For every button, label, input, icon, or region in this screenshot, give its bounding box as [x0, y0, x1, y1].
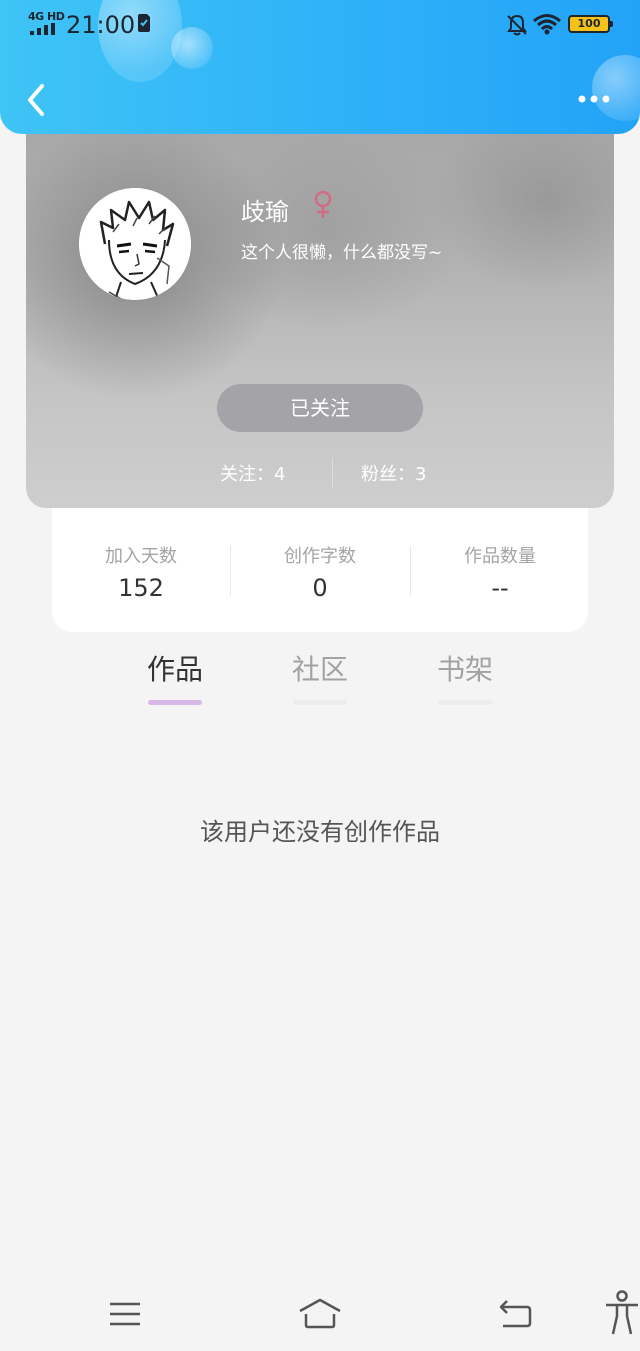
home-icon[interactable]	[297, 1297, 343, 1329]
tab-bookshelf[interactable]: 书架	[415, 648, 515, 705]
avatar-image	[79, 188, 191, 300]
tab-indicator	[293, 700, 347, 705]
network-type: 4G HD	[28, 10, 65, 23]
username: 歧瑜	[241, 198, 289, 226]
avatar[interactable]	[79, 188, 191, 300]
wifi-icon	[533, 14, 561, 35]
sim-card-icon	[138, 14, 150, 32]
empty-state-message: 该用户还没有创作作品	[200, 818, 440, 846]
tab-works[interactable]: 作品	[125, 648, 225, 705]
female-icon	[314, 190, 332, 218]
tab-label: 作品	[146, 653, 203, 686]
following-count[interactable]: 关注：4	[220, 460, 285, 486]
header-bar: 4G HD 21:00 100	[0, 0, 640, 134]
accessibility-icon[interactable]	[604, 1290, 640, 1336]
more-dots-icon[interactable]	[572, 84, 616, 114]
stat-label: 创作字数	[284, 546, 356, 567]
tab-label: 书架	[436, 653, 493, 686]
battery-indicator: 100	[568, 15, 613, 33]
profile-card: 歧瑜 这个人很懒，什么都没写~ 已关注 关注：4 粉丝：3	[26, 110, 614, 508]
back-icon[interactable]	[497, 1298, 533, 1328]
follow-stats: 关注：4 粉丝：3	[26, 458, 614, 488]
follow-status-button[interactable]: 已关注	[217, 384, 423, 432]
tab-indicator	[148, 700, 202, 705]
stat-label: 加入天数	[105, 546, 177, 567]
content-tabs: 作品 社区 书架	[0, 648, 640, 708]
stats-card: 加入天数 152 创作字数 0 作品数量 --	[52, 508, 588, 632]
clock: 21:00	[66, 11, 136, 39]
back-button[interactable]	[22, 82, 50, 118]
stat-works-count: 作品数量 --	[411, 542, 589, 602]
bell-off-icon	[507, 14, 527, 36]
tab-community[interactable]: 社区	[270, 648, 370, 705]
stat-label: 作品数量	[464, 546, 536, 567]
fans-count[interactable]: 粉丝：3	[361, 460, 426, 486]
status-bar: 4G HD 21:00 100	[0, 0, 640, 52]
stats-divider	[332, 458, 333, 488]
user-bio: 这个人很懒，什么都没写~	[241, 243, 443, 263]
stat-value: --	[491, 574, 509, 602]
tab-label: 社区	[291, 653, 348, 686]
stat-value: 0	[312, 574, 328, 602]
stat-value: 152	[118, 574, 164, 602]
signal-icon	[30, 23, 55, 35]
tab-indicator	[438, 700, 492, 705]
stat-word-count: 创作字数 0	[231, 542, 409, 602]
menu-icon[interactable]	[108, 1300, 142, 1328]
stat-join-days: 加入天数 152	[52, 542, 230, 602]
